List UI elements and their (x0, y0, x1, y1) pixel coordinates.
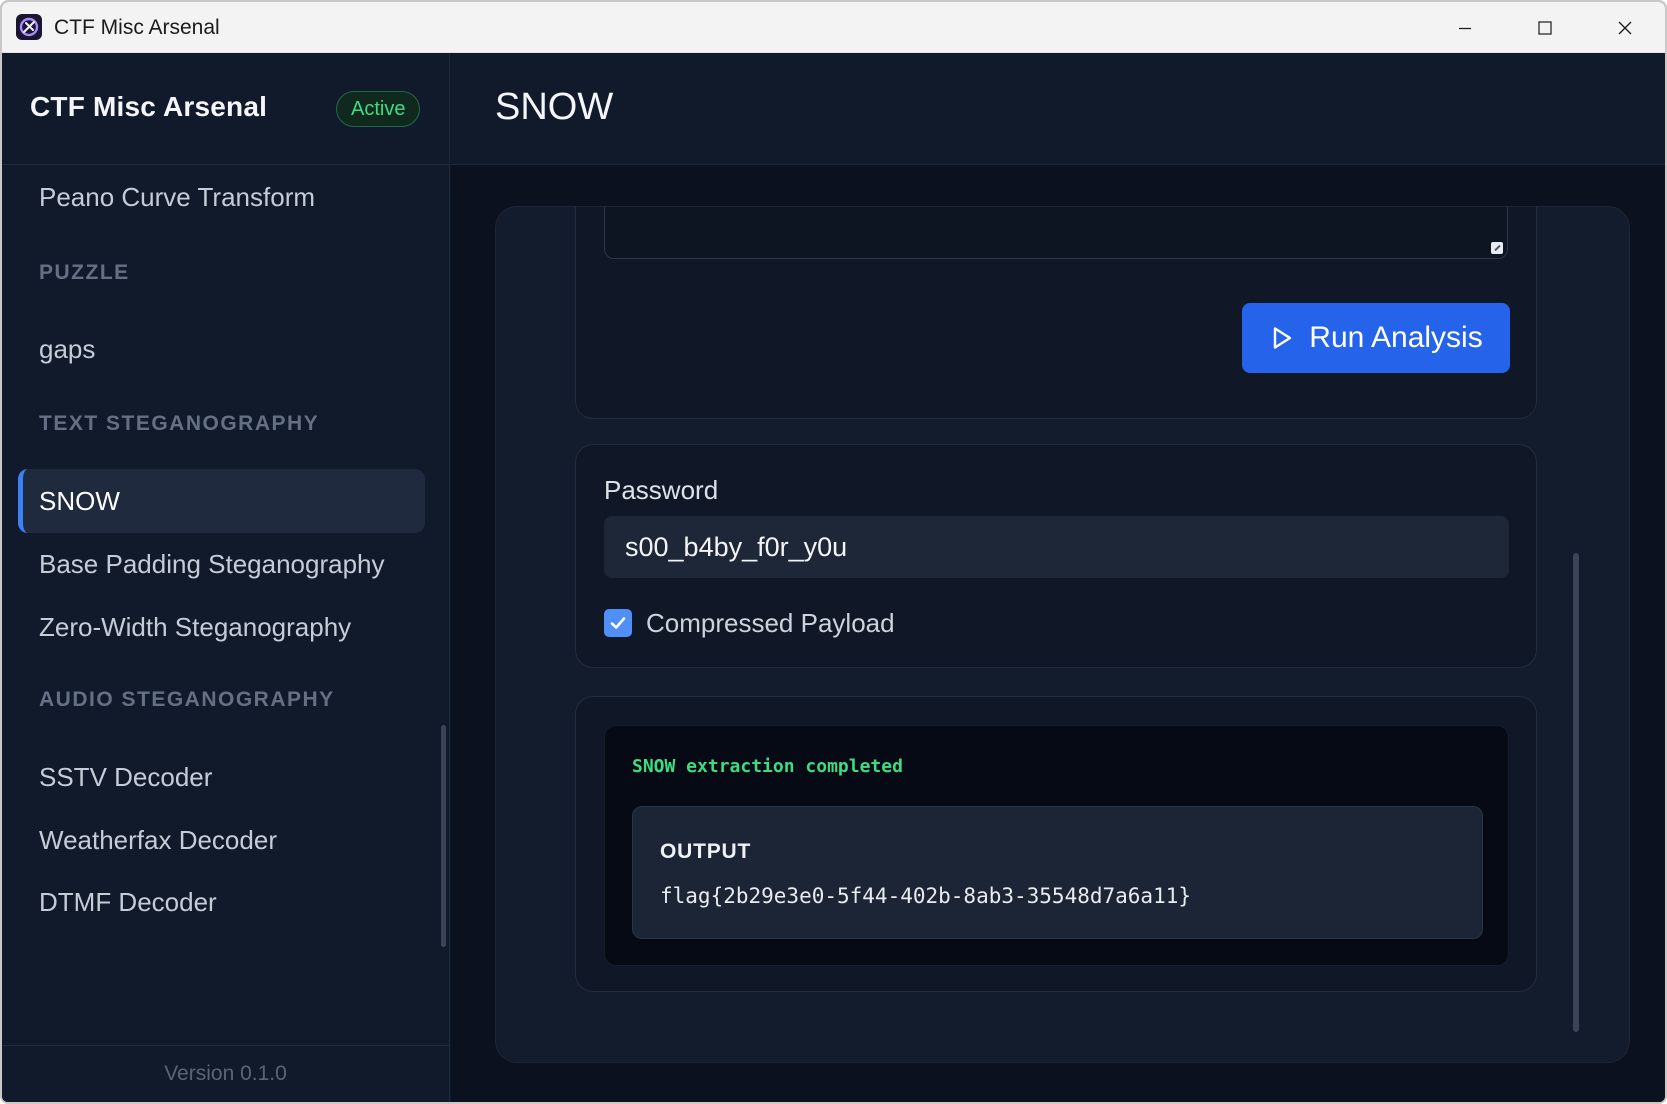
run-analysis-label: Run Analysis (1309, 321, 1483, 354)
window-title: CTF Misc Arsenal (54, 16, 220, 39)
version-label: Version 0.1.0 (164, 1062, 287, 1085)
sidebar-item-gaps[interactable]: gaps (18, 317, 425, 381)
maximize-icon (1538, 20, 1552, 35)
sidebar-header: CTF Misc Arsenal Active (2, 53, 449, 165)
status-badge: Active (336, 91, 421, 127)
run-analysis-button[interactable]: Run Analysis (1242, 303, 1510, 373)
sidebar-item-sstv-decoder[interactable]: SSTV Decoder (18, 745, 425, 809)
section-heading-text-steganography: TEXT STEGANOGRAPHY (39, 412, 320, 435)
sidebar-scrollbar[interactable] (441, 725, 446, 947)
maximize-button[interactable] (1505, 2, 1585, 53)
play-icon (1274, 327, 1292, 349)
sidebar-item-dtmf-decoder[interactable]: DTMF Decoder (18, 870, 425, 934)
sidebar-footer: Version 0.1.0 (2, 1045, 449, 1102)
sidebar-item-weatherfax-decoder[interactable]: Weatherfax Decoder (18, 808, 425, 872)
sidebar-nav: Peano Curve Transform PUZZLE gaps TEXT S… (2, 165, 449, 1045)
output-box: OUTPUT flag{2b29e3e0-5f44-402b-8ab3-3554… (632, 806, 1483, 939)
sidebar-item-snow[interactable]: SNOW (18, 469, 425, 533)
brand-title: CTF Misc Arsenal (30, 91, 268, 122)
compressed-payload-checkbox[interactable] (604, 609, 632, 637)
checkmark-icon (610, 617, 626, 629)
password-label: Password (604, 475, 719, 505)
main-header: SNOW (451, 53, 1665, 165)
output-label: OUTPUT (660, 840, 752, 863)
app-logo-icon (16, 14, 42, 40)
input-textarea[interactable] (604, 207, 1508, 259)
status-message: SNOW extraction completed (632, 756, 903, 777)
sidebar: CTF Misc Arsenal Active Peano Curve Tran… (2, 53, 450, 1102)
output-value[interactable]: flag{2b29e3e0-5f44-402b-8ab3-35548d7a6a1… (660, 884, 1191, 908)
result-panel: SNOW extraction completed OUTPUT flag{2b… (604, 725, 1509, 966)
section-heading-puzzle: PUZZLE (39, 261, 130, 284)
compressed-payload-option[interactable]: Compressed Payload (604, 607, 895, 639)
minimize-icon (1459, 27, 1471, 29)
options-card: Password s00_b4by_f0r_y0u Compressed Pay… (575, 444, 1537, 668)
main-content: SNOW Run Analysis Password s00_b4by_f0r_… (451, 53, 1665, 1102)
compressed-payload-label: Compressed Payload (646, 607, 895, 638)
result-card: SNOW extraction completed OUTPUT flag{2b… (575, 696, 1537, 992)
tool-panel: Run Analysis Password s00_b4by_f0r_y0u C… (495, 206, 1630, 1063)
password-input[interactable]: s00_b4by_f0r_y0u (604, 516, 1509, 578)
sidebar-item-peano-curve-transform[interactable]: Peano Curve Transform (18, 165, 425, 229)
sidebar-item-zero-width-steganography[interactable]: Zero-Width Steganography (18, 595, 425, 659)
page-title: SNOW (495, 86, 614, 128)
sidebar-item-base-padding-steganography[interactable]: Base Padding Steganography (18, 532, 425, 596)
section-heading-audio-steganography: AUDIO STEGANOGRAPHY (39, 688, 335, 711)
app-window: CTF Misc Arsenal CTF Misc Arsenal Active… (0, 0, 1667, 1104)
minimize-button[interactable] (1425, 2, 1505, 53)
input-card: Run Analysis (575, 207, 1537, 419)
title-bar: CTF Misc Arsenal (2, 2, 1665, 53)
main-scrollbar[interactable] (1573, 553, 1579, 1032)
close-button[interactable] (1585, 2, 1665, 53)
close-icon (1618, 21, 1632, 34)
resize-grip-icon[interactable] (1491, 242, 1503, 254)
